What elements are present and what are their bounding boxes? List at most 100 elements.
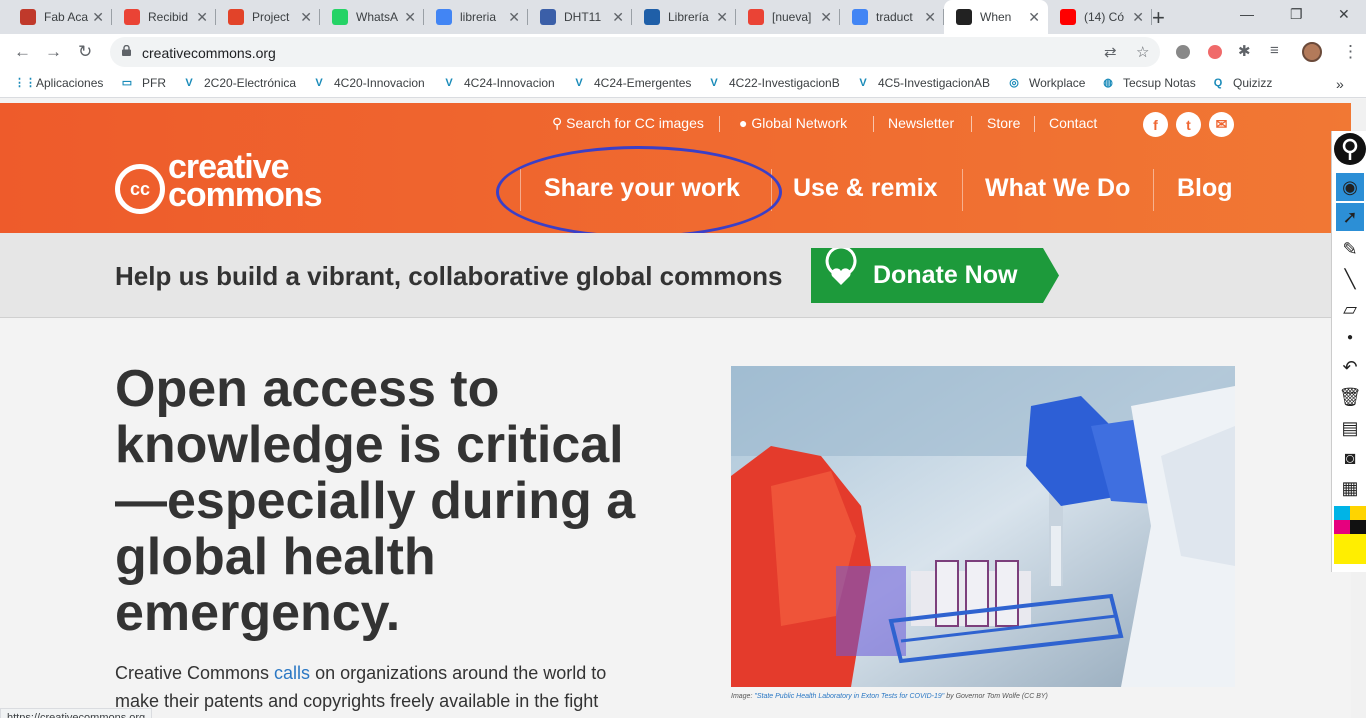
- browser-tab[interactable]: When ✕: [944, 0, 1048, 34]
- close-tab-icon[interactable]: ✕: [820, 9, 832, 26]
- media-control-icon[interactable]: ≡: [1270, 42, 1279, 59]
- close-tab-icon[interactable]: ✕: [508, 9, 520, 26]
- close-tab-icon[interactable]: ✕: [300, 9, 312, 26]
- cc-logo-text: creative commons: [168, 148, 323, 214]
- color-swatch-yellow[interactable]: [1350, 506, 1366, 520]
- bookmark-item[interactable]: Q Quizizz: [1211, 76, 1273, 90]
- browser-tab[interactable]: WhatsA ✕: [320, 0, 424, 34]
- line-icon[interactable]: ╲: [1336, 265, 1364, 293]
- global-network-link[interactable]: ● Global Network: [739, 115, 847, 131]
- gmail-icon: [124, 9, 140, 25]
- browser-tab[interactable]: [nueva] ✕: [736, 0, 840, 34]
- donate-tagline: Help us build a vibrant, collaborative g…: [115, 261, 783, 291]
- bookmark-item[interactable]: V 2C20-Electrónica: [182, 76, 296, 90]
- bookmark-label: 4C22-InvestigacionB: [729, 76, 840, 90]
- calls-link[interactable]: calls: [274, 663, 310, 683]
- bookmark-item[interactable]: ▭ PFR: [120, 76, 166, 90]
- close-tab-icon[interactable]: ✕: [924, 9, 936, 26]
- close-tab-icon[interactable]: ✕: [1132, 9, 1144, 26]
- caption-link[interactable]: "State Public Health Laboratory in Exton…: [754, 693, 944, 700]
- new-tab-button[interactable]: +: [1152, 5, 1165, 31]
- cc-logo-badge: cc: [115, 164, 165, 214]
- dot-icon[interactable]: ●: [1336, 323, 1364, 351]
- browser-tab[interactable]: libreria ✕: [424, 0, 528, 34]
- camera-icon[interactable]: ◙: [1336, 444, 1364, 472]
- profile-avatar[interactable]: [1302, 42, 1322, 62]
- bookmark-item[interactable]: ◍ Tecsup Notas: [1101, 76, 1196, 90]
- browser-tab[interactable]: Fab Aca ✕: [8, 0, 112, 34]
- browser-tab[interactable]: Recibid ✕: [112, 0, 216, 34]
- close-tab-icon[interactable]: ✕: [1028, 9, 1040, 26]
- email-icon[interactable]: ✉: [1209, 112, 1234, 137]
- close-tab-icon[interactable]: ✕: [92, 9, 104, 26]
- close-window-icon[interactable]: ✕: [1338, 6, 1350, 23]
- divider: [1034, 116, 1035, 132]
- nav-blog[interactable]: Blog: [1177, 174, 1233, 203]
- hero-body-text: Creative Commons calls on organizations …: [115, 663, 607, 711]
- nav-what-we-do[interactable]: What We Do: [985, 174, 1130, 203]
- fab-academy-icon: [20, 9, 36, 25]
- bookmark-item[interactable]: V 4C24-Innovacion: [442, 76, 554, 90]
- search-cc-images-link[interactable]: ⚲ Search for CC images: [552, 115, 704, 132]
- cursor-icon[interactable]: ➚: [1336, 203, 1364, 231]
- highlighter-icon[interactable]: ✎: [1336, 235, 1364, 263]
- browser-tab[interactable]: DHT11 ✕: [528, 0, 632, 34]
- bookmark-item[interactable]: V 4C22-InvestigacionB: [707, 76, 840, 90]
- pin-icon[interactable]: [1334, 133, 1366, 165]
- translate-icon[interactable]: ⇄: [1104, 43, 1117, 61]
- browser-tab[interactable]: Librería ✕: [632, 0, 736, 34]
- extension-icon[interactable]: [1176, 45, 1190, 59]
- close-tab-icon[interactable]: ✕: [716, 9, 728, 26]
- close-tab-icon[interactable]: ✕: [196, 9, 208, 26]
- v-icon: V: [445, 77, 453, 89]
- undo-icon[interactable]: ↶: [1336, 353, 1364, 381]
- bookmark-star-icon[interactable]: ☆: [1136, 43, 1149, 61]
- board-icon[interactable]: ▤: [1336, 414, 1364, 442]
- twitter-icon[interactable]: t: [1176, 112, 1201, 137]
- nav-use-remix[interactable]: Use & remix: [793, 174, 938, 203]
- divider: [962, 169, 963, 211]
- hero-headline: Open access to knowledge is critical—esp…: [115, 360, 636, 642]
- reload-icon[interactable]: ↻: [78, 42, 92, 62]
- cc-icon: [956, 9, 972, 25]
- lock-icon: [122, 45, 131, 56]
- extensions-puzzle-icon[interactable]: ✱: [1238, 42, 1251, 60]
- maximize-icon[interactable]: ❐: [1290, 6, 1303, 23]
- more-bookmarks-icon[interactable]: »: [1336, 76, 1344, 92]
- eye-icon[interactable]: ◉: [1336, 173, 1364, 201]
- bookmark-item[interactable]: V 4C24-Emergentes: [572, 76, 691, 90]
- color-swatch-black[interactable]: [1350, 520, 1366, 534]
- newsletter-link[interactable]: Newsletter: [888, 115, 954, 131]
- color-swatch-cyan[interactable]: [1334, 506, 1350, 520]
- facebook-icon[interactable]: f: [1143, 112, 1168, 137]
- address-bar[interactable]: creativecommons.org ⇄ ☆: [110, 37, 1160, 67]
- browser-tab[interactable]: traduct ✕: [840, 0, 944, 34]
- tab-title: WhatsA: [356, 10, 399, 24]
- tab-title: (14) Có: [1084, 10, 1125, 24]
- forward-icon[interactable]: →: [45, 42, 62, 62]
- bookmark-item[interactable]: V 4C20-Innovacion: [312, 76, 424, 90]
- bookmark-item[interactable]: ⋮⋮ Aplicaciones: [14, 76, 103, 90]
- browser-tab[interactable]: (14) Có ✕: [1048, 0, 1152, 34]
- bookmark-item[interactable]: V 4C5-InvestigacionAB: [856, 76, 990, 90]
- close-tab-icon[interactable]: ✕: [612, 9, 624, 26]
- trash-icon[interactable]: 🗑: [1336, 383, 1364, 411]
- back-icon[interactable]: ←: [14, 42, 31, 62]
- minimize-icon[interactable]: —: [1240, 6, 1254, 22]
- store-link[interactable]: Store: [987, 115, 1020, 131]
- donate-now-button[interactable]: Donate Now: [811, 248, 1059, 303]
- donate-banner: Help us build a vibrant, collaborative g…: [0, 233, 1366, 318]
- color-swatch-magenta[interactable]: [1334, 520, 1350, 534]
- contact-link[interactable]: Contact: [1049, 115, 1097, 131]
- close-tab-icon[interactable]: ✕: [404, 9, 416, 26]
- bookmark-item[interactable]: ◎ Workplace: [1007, 76, 1085, 90]
- tab-title: Fab Aca: [44, 10, 89, 24]
- color-swatch-yellow-large[interactable]: [1334, 534, 1366, 564]
- extension-icon[interactable]: [1208, 45, 1222, 59]
- tab-title: [nueva]: [772, 10, 812, 24]
- clipboard-icon[interactable]: ▦: [1336, 474, 1364, 502]
- web-page: ⚲ Search for CC images ● Global Network …: [0, 99, 1366, 718]
- browser-tab[interactable]: Project ✕: [216, 0, 320, 34]
- eraser-icon[interactable]: ▱: [1336, 295, 1364, 323]
- menu-icon[interactable]: ⋮: [1342, 42, 1359, 62]
